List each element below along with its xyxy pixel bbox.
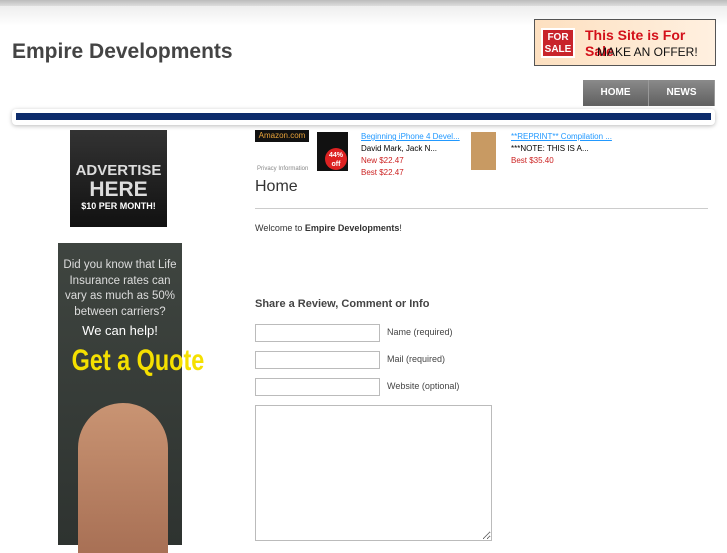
privacy-link[interactable]: Privacy Information [257, 166, 308, 172]
welcome-suffix: ! [399, 223, 402, 233]
for-sale-banner[interactable]: FOR SALE This Site is For Sale MAKE AN O… [534, 19, 716, 66]
name-input[interactable] [255, 324, 380, 342]
divider [255, 208, 708, 209]
product-image-2[interactable] [471, 132, 496, 170]
discount-badge: 44% off [325, 148, 347, 170]
product-2-title[interactable]: **REPRINT** Compilation ... [511, 132, 612, 141]
website-input[interactable] [255, 378, 380, 396]
product-1-best-price: Best $22.47 [361, 168, 404, 177]
mail-input[interactable] [255, 351, 380, 369]
man-photo [78, 403, 168, 553]
product-1-new-price: New $22.47 [361, 156, 404, 165]
insurance-ad[interactable]: Did you know that Life Insurance rates c… [58, 243, 205, 553]
nav-news[interactable]: NEWS [649, 80, 715, 106]
website-label: Website (optional) [387, 381, 460, 391]
amazon-logo[interactable]: Amazon.com [255, 130, 309, 142]
ad-line2: HERE [89, 178, 148, 201]
product-image-1[interactable]: 44% off [317, 132, 348, 171]
name-label: Name (required) [387, 327, 453, 337]
comment-form-heading: Share a Review, Comment or Info [255, 298, 430, 310]
welcome-prefix: Welcome to [255, 223, 305, 233]
for-sale-subtitle: MAKE AN OFFER! [597, 45, 698, 59]
mail-label: Mail (required) [387, 354, 446, 364]
welcome-site-name: Empire Developments [304, 223, 400, 233]
get-quote-text: Get a Quote [71, 344, 205, 377]
site-title[interactable]: Empire Developments [12, 40, 233, 64]
for-sale-sign-icon: FOR SALE [541, 28, 575, 58]
product-2-author: ***NOTE: THIS IS A... [511, 144, 589, 153]
product-2-best-price: Best $35.40 [511, 156, 554, 165]
header-divider [12, 109, 715, 125]
insurance-ad-text: Did you know that Life Insurance rates c… [63, 259, 177, 318]
ad-line3: $10 PER MONTH! [81, 201, 156, 211]
product-1: Beginning iPhone 4 Devel... David Mark, … [361, 131, 460, 179]
page-title: Home [255, 178, 298, 195]
welcome-text: Welcome to Empire Developments! [255, 223, 402, 233]
product-1-title[interactable]: Beginning iPhone 4 Devel... [361, 132, 460, 141]
nav-home[interactable]: HOME [583, 80, 649, 106]
insurance-ad-help: We can help! [82, 323, 158, 338]
product-2: **REPRINT** Compilation ... ***NOTE: THI… [511, 131, 612, 167]
comment-textarea[interactable] [255, 405, 492, 541]
main-nav: HOME NEWS [583, 80, 715, 106]
product-1-author: David Mark, Jack N... [361, 144, 438, 153]
ad-line1: ADVERTISE [75, 162, 162, 179]
advertise-here-ad[interactable]: ADVERTISE HERE $10 PER MONTH! [70, 130, 167, 227]
